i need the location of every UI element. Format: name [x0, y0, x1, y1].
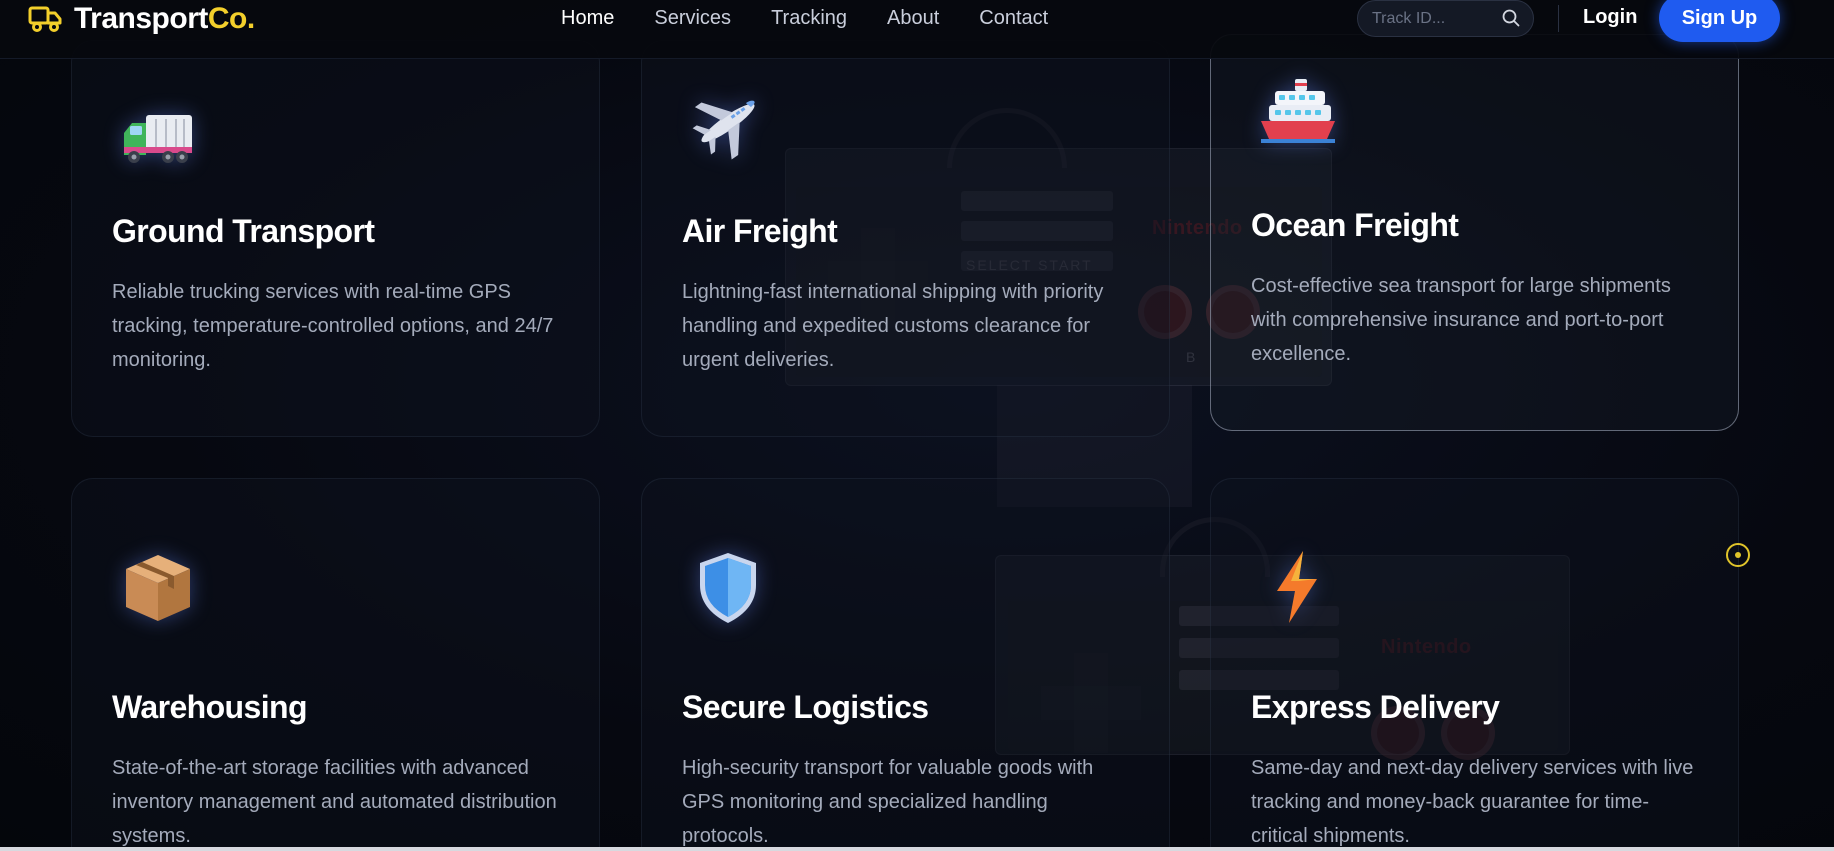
service-icon-wrapper — [118, 97, 198, 177]
logo[interactable]: TransportCo. — [28, 2, 255, 36]
bottom-scrollbar[interactable] — [0, 847, 1834, 851]
brand-name: TransportCo. — [74, 2, 255, 36]
background-button-label: B — [1186, 349, 1198, 365]
service-card-ocean-freight[interactable]: Ocean Freight Cost-effective sea transpo… — [1210, 34, 1739, 431]
service-card-express-delivery[interactable]: Express Delivery Same-day and next-day d… — [1210, 478, 1739, 851]
service-icon-wrapper — [688, 83, 768, 163]
service-title: Express Delivery — [1251, 689, 1500, 725]
service-title: Ocean Freight — [1251, 207, 1459, 243]
service-icon-wrapper — [1257, 547, 1337, 627]
track-search — [1357, 0, 1534, 37]
service-icon-wrapper — [1257, 73, 1337, 153]
main-nav: Home Services Tracking About Contact — [561, 7, 1048, 30]
service-icon-wrapper — [688, 547, 768, 627]
nav-contact[interactable]: Contact — [979, 7, 1048, 30]
service-description: Same-day and next-day delivery services … — [1251, 757, 1694, 847]
brand-name-primary: Transport — [74, 2, 208, 35]
truck-icon — [124, 115, 192, 163]
header: TransportCo. Home Services Tracking Abou… — [0, 0, 1834, 59]
nav-services[interactable]: Services — [654, 7, 731, 30]
service-card-air-freight[interactable]: Air Freight Lightning-fast international… — [641, 40, 1170, 437]
nav-about[interactable]: About — [887, 7, 939, 30]
lightning-icon — [1277, 551, 1317, 623]
header-divider — [1558, 5, 1559, 32]
page: Nintendo SELECT START B Nintendo Transpo… — [0, 0, 1834, 851]
nav-home[interactable]: Home — [561, 7, 614, 30]
shield-icon — [700, 553, 756, 623]
track-id-input[interactable] — [1372, 8, 1492, 30]
service-card-secure-logistics[interactable]: Secure Logistics High-security transport… — [641, 478, 1170, 851]
service-description: High-security transport for valuable goo… — [682, 757, 1094, 847]
airplane-icon — [692, 100, 755, 160]
service-description: State-of-the-art storage facilities with… — [112, 757, 557, 847]
service-card-warehousing[interactable]: Warehousing State-of-the-art storage fac… — [71, 478, 600, 851]
service-description: Lightning-fast international shipping wi… — [682, 281, 1104, 371]
brand-name-accent: Co. — [207, 2, 255, 35]
service-title: Ground Transport — [112, 213, 375, 249]
login-button[interactable]: Login — [1583, 6, 1637, 29]
service-description: Reliable trucking services with real-tim… — [112, 281, 554, 371]
service-title: Secure Logistics — [682, 689, 929, 725]
package-icon — [126, 555, 190, 621]
scroll-indicator[interactable] — [1726, 543, 1750, 567]
service-title: Warehousing — [112, 689, 307, 725]
ship-icon — [1261, 79, 1335, 143]
service-icon-wrapper — [118, 547, 198, 627]
signup-button[interactable]: Sign Up — [1659, 0, 1780, 42]
service-title: Air Freight — [682, 213, 838, 249]
search-icon[interactable] — [1501, 8, 1521, 28]
truck-logo-icon — [28, 6, 62, 32]
service-description: Cost-effective sea transport for large s… — [1251, 275, 1671, 365]
nav-tracking[interactable]: Tracking — [771, 7, 847, 30]
service-card-ground-transport[interactable]: Ground Transport Reliable trucking servi… — [71, 40, 600, 437]
